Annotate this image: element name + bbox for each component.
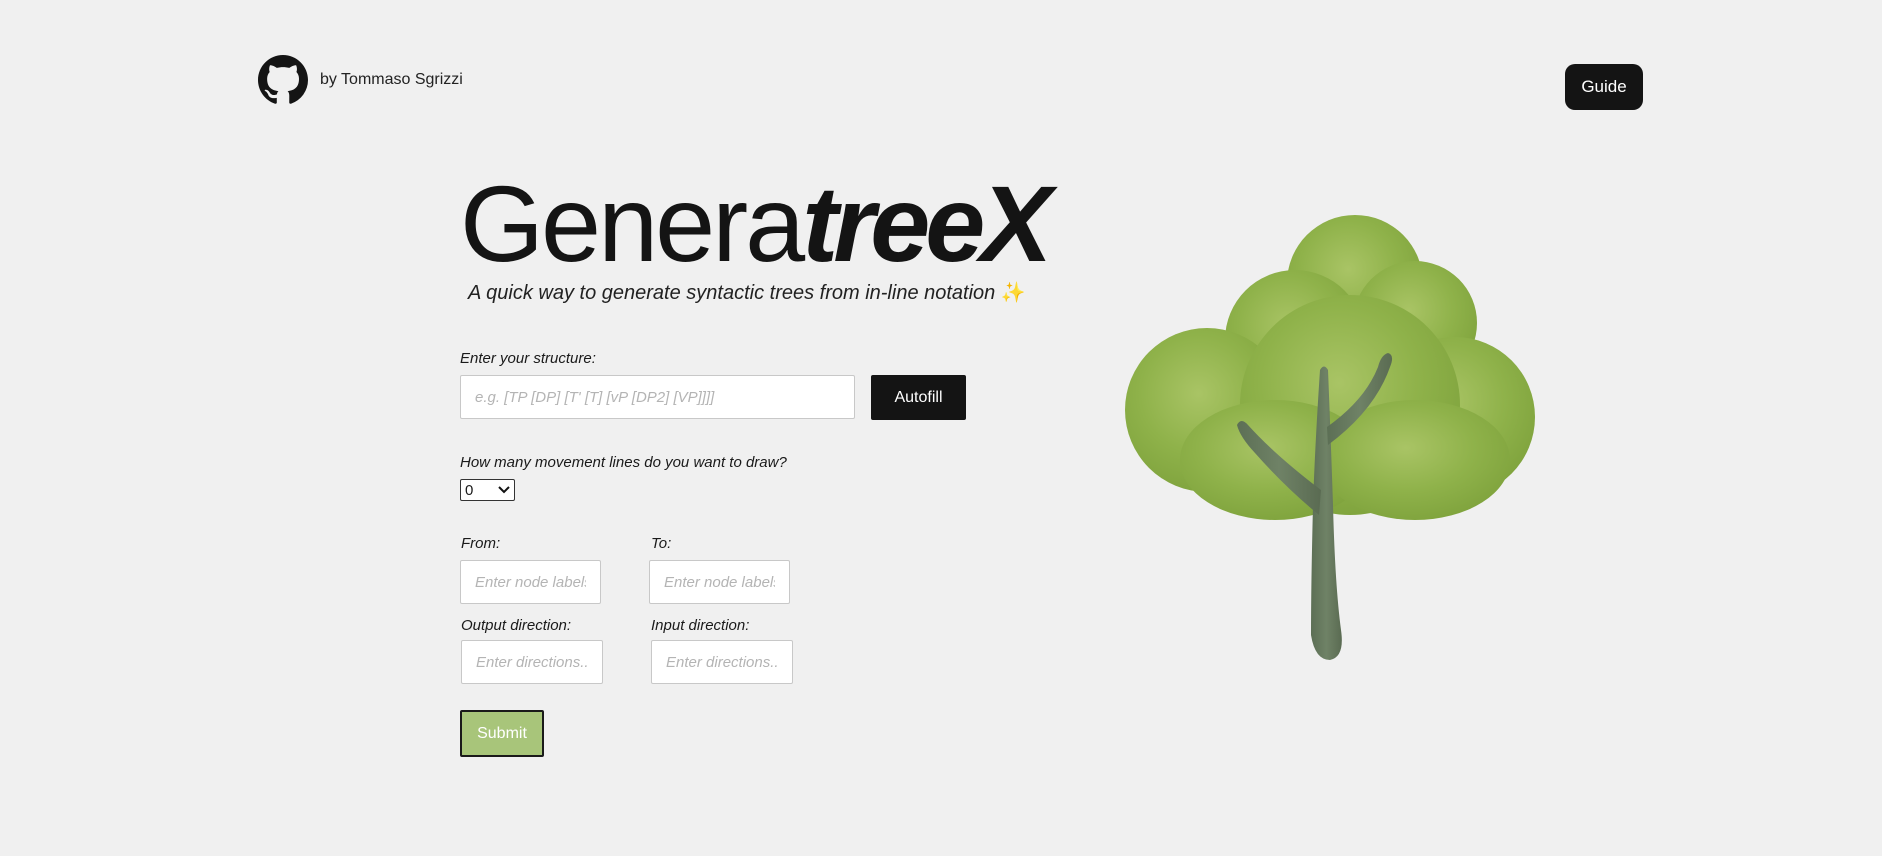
from-input[interactable] xyxy=(460,560,601,604)
app-title: GeneratreeX xyxy=(460,170,1052,278)
movement-count-select[interactable]: 0 xyxy=(460,479,515,501)
output-direction-input[interactable] xyxy=(461,640,603,684)
title-regular: Genera xyxy=(460,163,805,284)
tree-illustration xyxy=(1125,215,1535,660)
to-label: To: xyxy=(651,535,672,552)
from-label: From: xyxy=(461,535,501,552)
guide-button[interactable]: Guide xyxy=(1565,64,1643,110)
to-input[interactable] xyxy=(649,560,790,604)
movement-count-value: 0 xyxy=(465,481,474,499)
input-direction-label: Input direction: xyxy=(651,617,750,634)
page: by Tommaso Sgrizzi Guide GeneratreeX A q… xyxy=(0,0,1882,856)
title-italic: treeX xyxy=(802,163,1052,284)
subtitle-text: A quick way to generate syntactic trees … xyxy=(468,282,996,304)
autofill-button[interactable]: Autofill xyxy=(871,375,966,420)
sparkles-icon: ✨ xyxy=(1000,282,1026,304)
app-subtitle: A quick way to generate syntactic trees … xyxy=(468,280,1026,305)
structure-label: Enter your structure: xyxy=(460,350,596,367)
structure-input[interactable] xyxy=(460,375,855,419)
input-direction-input[interactable] xyxy=(651,640,793,684)
chevron-down-icon xyxy=(498,486,510,494)
submit-button[interactable]: Submit xyxy=(460,710,544,757)
github-link[interactable]: by Tommaso Sgrizzi xyxy=(258,55,463,105)
movement-count-label: How many movement lines do you want to d… xyxy=(460,454,787,471)
github-icon xyxy=(258,55,308,104)
output-direction-label: Output direction: xyxy=(461,617,572,634)
author-label: by Tommaso Sgrizzi xyxy=(320,71,463,88)
